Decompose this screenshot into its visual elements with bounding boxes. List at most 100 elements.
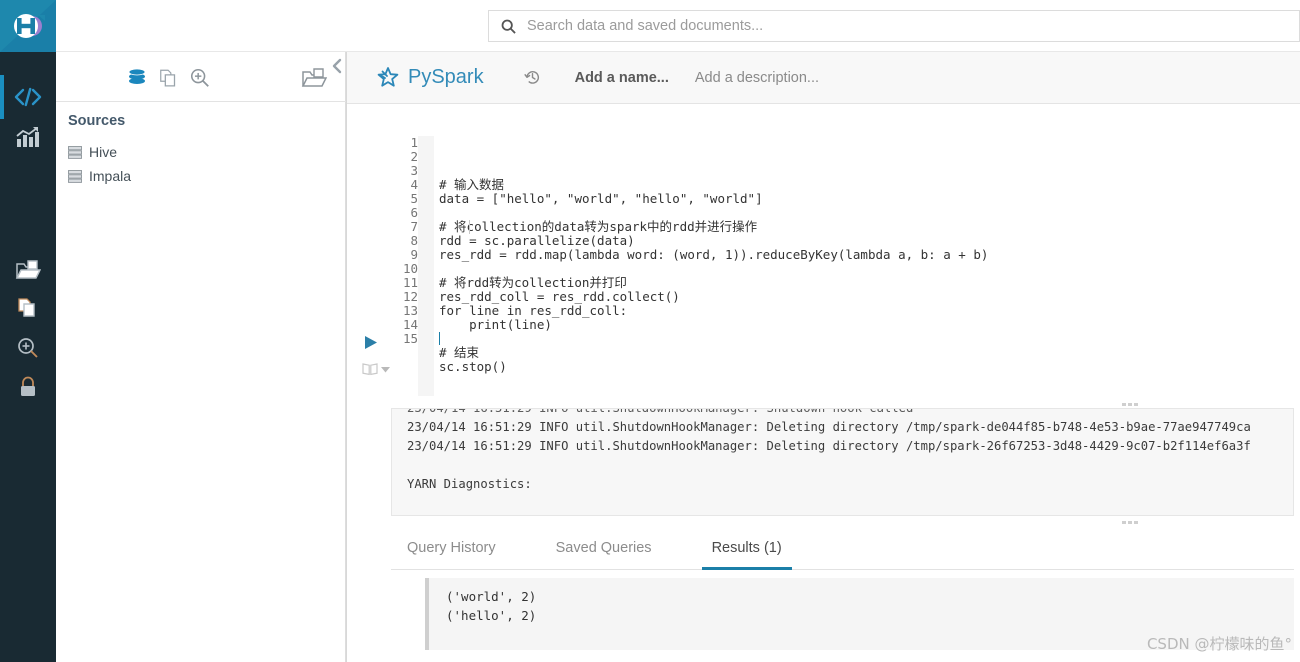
- server-icon: [68, 145, 82, 159]
- line-number: 5: [410, 191, 418, 206]
- tab-query-history[interactable]: Query History: [407, 530, 496, 570]
- line-number: 15: [402, 331, 418, 346]
- line-number: 3: [410, 163, 418, 178]
- tab-results[interactable]: Results (1): [701, 530, 792, 570]
- assist-tool-search[interactable]: [187, 65, 213, 91]
- line-number: 9: [410, 247, 418, 262]
- rail-item-security[interactable]: [0, 366, 56, 410]
- line-number: 4: [410, 177, 418, 192]
- global-search[interactable]: [488, 10, 1300, 42]
- log-line: 23/04/14 16:51:29 INFO util.ShutdownHook…: [407, 439, 1251, 453]
- documents-icon: [18, 298, 35, 317]
- assist-collapse-button[interactable]: [331, 58, 344, 79]
- source-item-impala[interactable]: Impala: [68, 168, 131, 184]
- assist-tool-storage[interactable]: [301, 65, 327, 91]
- source-label: Impala: [89, 168, 132, 184]
- search-plus-icon: [18, 338, 38, 358]
- hue-logo-icon: [14, 14, 45, 38]
- editor-type-title[interactable]: PySpark: [408, 66, 484, 89]
- code-line: # 将collection的data转为spark中的rdd并进行操作: [439, 219, 758, 234]
- assist-tool-sources[interactable]: [124, 65, 150, 91]
- source-label: Hive: [89, 144, 118, 160]
- run-button[interactable]: [362, 334, 379, 356]
- history-icon: [523, 71, 539, 84]
- assist-panel: Sources Hive Impala: [56, 52, 346, 662]
- chevron-left-icon: [332, 58, 342, 74]
- code-editor-area: 1 2 3 4 5 6 7 8 9 10 11 12 13 14 15 # 输入数据 data = ["hel…: [347, 104, 1300, 402]
- document-description-field[interactable]: Add a description...: [695, 70, 819, 86]
- folder-open-icon: [301, 68, 327, 87]
- result-tabs: Query History Saved Queries Results (1): [391, 530, 1294, 570]
- spark-star-icon: [377, 67, 399, 88]
- book-icon: [362, 363, 378, 376]
- code-line: print(line): [439, 317, 552, 332]
- line-number: 14: [402, 317, 418, 332]
- code-line: # 将rdd转为collection并打印: [439, 275, 627, 290]
- folder-open-icon: [15, 260, 41, 279]
- code-line: # 输入数据: [439, 177, 505, 192]
- search-input[interactable]: [525, 17, 1299, 35]
- documents-icon: [160, 69, 176, 86]
- code-line: # 结束: [439, 345, 480, 360]
- database-icon: [128, 68, 146, 84]
- code-line: sc.stop(): [439, 359, 507, 374]
- line-number: 12: [402, 289, 418, 304]
- chevron-down-icon: [381, 366, 390, 372]
- bar-chart-icon: [16, 127, 39, 147]
- log-output-panel[interactable]: 23/04/14 16:51:29 INFO util.ShutdownHook…: [391, 408, 1294, 516]
- log-line: 23/04/14 16:51:29 INFO util.ShutdownHook…: [407, 408, 914, 415]
- search-plus-icon: [190, 68, 209, 87]
- tab-saved-queries[interactable]: Saved Queries: [556, 530, 652, 570]
- log-line: 23/04/14 16:51:29 INFO util.ShutdownHook…: [407, 420, 1251, 434]
- log-line: YARN Diagnostics:: [407, 477, 532, 491]
- play-icon: [365, 336, 377, 349]
- query-history-button[interactable]: [523, 69, 541, 86]
- line-number: 6: [410, 205, 418, 220]
- assist-toolbar: [56, 52, 346, 102]
- code-text[interactable]: # 输入数据 data = ["hello", "world", "hello",…: [434, 136, 1293, 396]
- line-number: 1: [410, 135, 418, 150]
- code-line: res_rdd = rdd.map(lambda word: (word, 1)…: [439, 247, 989, 262]
- editor-header: PySpark Add a name... Add a description.…: [347, 52, 1300, 104]
- hue-logo[interactable]: [0, 0, 56, 52]
- line-number: 11: [402, 275, 418, 290]
- rail-item-editor[interactable]: [0, 75, 56, 119]
- line-number: 13: [402, 303, 418, 318]
- left-icon-rail: [0, 52, 56, 662]
- top-bar: [0, 0, 1300, 52]
- result-line: ('world', 2): [446, 589, 537, 604]
- watermark: CSDN @柠檬味的鱼°: [1146, 635, 1292, 653]
- code-area[interactable]: 1 2 3 4 5 6 7 8 9 10 11 12 13 14 15 # 输入数据 data = ["hel…: [393, 136, 1293, 396]
- document-name-field[interactable]: Add a name...: [575, 70, 669, 86]
- code-line: rdd = sc.parallelize(data): [439, 233, 635, 248]
- log-panel-resize-bottom[interactable]: [1122, 520, 1142, 524]
- result-line: ('hello', 2): [446, 608, 537, 623]
- line-number: 8: [410, 233, 418, 248]
- text-cursor: [439, 332, 440, 345]
- sources-heading: Sources: [68, 113, 126, 129]
- line-number: 7: [410, 219, 418, 234]
- code-left-strip: [418, 136, 434, 396]
- line-number-gutter: 1 2 3 4 5 6 7 8 9 10 11 12 13 14 15: [393, 136, 418, 396]
- assist-tool-documents[interactable]: [156, 65, 182, 91]
- rail-item-documents[interactable]: [0, 286, 56, 330]
- code-icon: [14, 87, 42, 107]
- log-panel-resize-top[interactable]: [1122, 402, 1142, 406]
- code-line: data = ["hello", "world", "hello", "worl…: [439, 191, 763, 206]
- settings-toggle[interactable]: [362, 362, 390, 376]
- server-icon: [68, 169, 82, 183]
- code-line: res_rdd_coll = res_rdd.collect(): [439, 289, 680, 304]
- hue-application-window: Sources Hive Impala: [0, 0, 1300, 662]
- code-line: for line in res_rdd_coll:: [439, 303, 628, 318]
- rail-item-search[interactable]: [0, 326, 56, 370]
- lock-icon: [21, 376, 35, 396]
- indent-guide: [469, 220, 470, 234]
- line-number: 2: [410, 149, 418, 164]
- source-item-hive[interactable]: Hive: [68, 144, 117, 160]
- line-number: 10: [402, 261, 418, 276]
- rail-item-dashboard[interactable]: [0, 116, 56, 160]
